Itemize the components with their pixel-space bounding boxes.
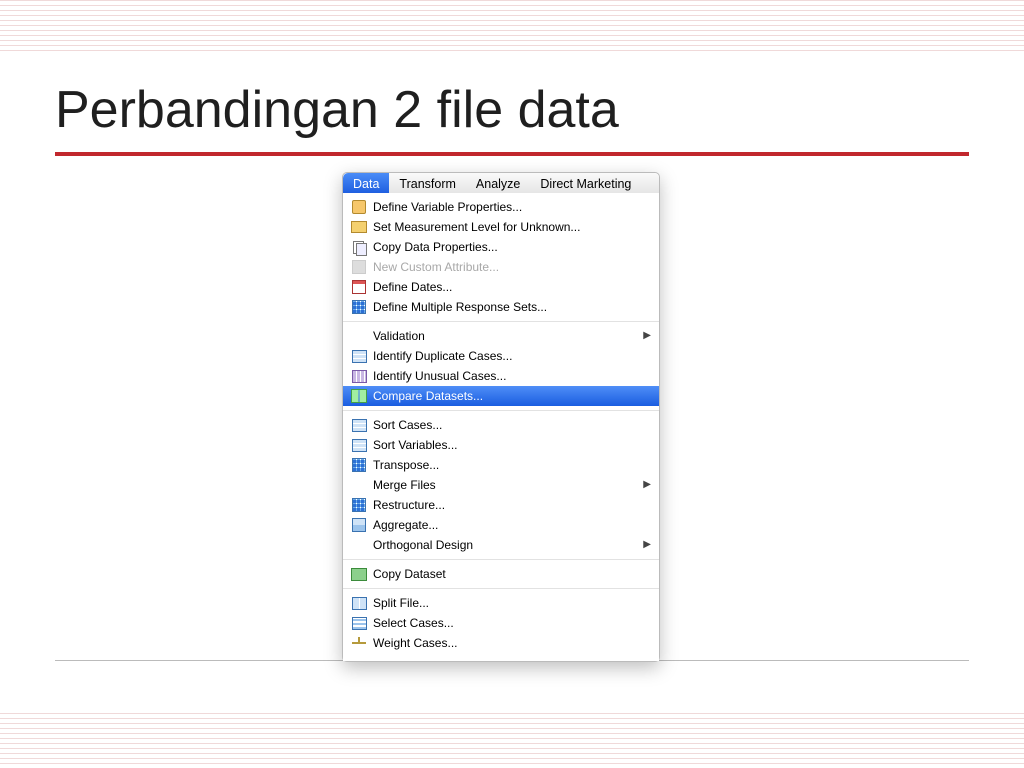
- ruler-icon: [351, 219, 367, 235]
- menu-item-label: Identify Duplicate Cases...: [373, 349, 639, 363]
- menu-separator: [343, 559, 659, 560]
- menu-item-transpose[interactable]: Transpose...: [343, 455, 659, 475]
- menu-item-label: New Custom Attribute...: [373, 260, 639, 274]
- data-dropdown-menu: Define Variable Properties... Set Measure…: [343, 193, 659, 661]
- menubar: DataTransformAnalyzeDirect Marketing: [343, 173, 659, 193]
- spread-icon: [351, 348, 367, 364]
- menu-item-label: Set Measurement Level for Unknown...: [373, 220, 639, 234]
- menu-item-identify-duplicate-cases[interactable]: Identify Duplicate Cases...: [343, 346, 659, 366]
- menu-separator: [343, 588, 659, 589]
- menu-item-merge-files[interactable]: Merge Files ▶: [343, 475, 659, 495]
- chevron-right-icon: ▶: [643, 539, 651, 550]
- menu-item-set-measurement-level-for-unknown[interactable]: Set Measurement Level for Unknown...: [343, 217, 659, 237]
- grid-icon: [351, 299, 367, 315]
- chevron-right-icon: ▶: [643, 330, 651, 341]
- menu-item-select-cases[interactable]: Select Cases...: [343, 613, 659, 633]
- decorative-hatch-bottom: [0, 713, 1024, 768]
- agg-icon: [351, 517, 367, 533]
- menu-item-weight-cases[interactable]: Weight Cases...: [343, 633, 659, 653]
- menubar-item-transform[interactable]: Transform: [389, 173, 466, 193]
- menu-item-label: Compare Datasets...: [373, 389, 639, 403]
- menu-item-sort-variables[interactable]: Sort Variables...: [343, 435, 659, 455]
- grid-icon: [351, 497, 367, 513]
- menu-item-orthogonal-design[interactable]: Orthogonal Design ▶: [343, 535, 659, 555]
- menubar-item-analyze[interactable]: Analyze: [466, 173, 530, 193]
- menu-item-copy-data-properties[interactable]: Copy Data Properties...: [343, 237, 659, 257]
- copyds-icon: [351, 566, 367, 582]
- box-icon: [351, 199, 367, 215]
- menu-item-label: Weight Cases...: [373, 636, 639, 650]
- select-icon: [351, 615, 367, 631]
- menu-item-label: Merge Files: [373, 478, 639, 492]
- menu-item-aggregate[interactable]: Aggregate...: [343, 515, 659, 535]
- menu-item-validation[interactable]: Validation ▶: [343, 326, 659, 346]
- grid-icon: [351, 457, 367, 473]
- chevron-right-icon: ▶: [643, 479, 651, 490]
- menu-item-sort-cases[interactable]: Sort Cases...: [343, 415, 659, 435]
- menu-item-label: Copy Dataset: [373, 567, 639, 581]
- menu-item-copy-dataset[interactable]: Copy Dataset: [343, 564, 659, 584]
- title-underline: [55, 152, 969, 156]
- menu-item-label: Select Cases...: [373, 616, 639, 630]
- menu-item-label: Identify Unusual Cases...: [373, 369, 639, 383]
- dim-icon: [351, 259, 367, 275]
- decorative-hatch-top: [0, 0, 1024, 55]
- weight-icon: [351, 635, 367, 651]
- menu-item-identify-unusual-cases[interactable]: Identify Unusual Cases...: [343, 366, 659, 386]
- slide-title: Perbandingan 2 file data: [55, 80, 619, 140]
- slide: Perbandingan 2 file data DataTransformAn…: [0, 0, 1024, 768]
- menu-item-label: Define Dates...: [373, 280, 639, 294]
- menu-item-label: Define Variable Properties...: [373, 200, 639, 214]
- menu-item-label: Sort Variables...: [373, 438, 639, 452]
- menu-item-label: Transpose...: [373, 458, 639, 472]
- menubar-item-direct-marketing[interactable]: Direct Marketing: [530, 173, 641, 193]
- menu-item-label: Aggregate...: [373, 518, 639, 532]
- menu-separator: [343, 321, 659, 322]
- compare-icon: [351, 388, 367, 404]
- menu-item-split-file[interactable]: Split File...: [343, 593, 659, 613]
- spread-icon: [351, 437, 367, 453]
- menu-separator: [343, 410, 659, 411]
- menu-item-label: Orthogonal Design: [373, 538, 639, 552]
- menu-item-restructure[interactable]: Restructure...: [343, 495, 659, 515]
- spread-icon: [351, 417, 367, 433]
- menu-item-label: Restructure...: [373, 498, 639, 512]
- menu-item-compare-datasets[interactable]: Compare Datasets...: [343, 386, 659, 406]
- split-icon: [351, 595, 367, 611]
- menu-item-label: Copy Data Properties...: [373, 240, 639, 254]
- menubar-item-data[interactable]: Data: [343, 173, 389, 193]
- menu-item-define-variable-properties[interactable]: Define Variable Properties...: [343, 197, 659, 217]
- menu-item-label: Split File...: [373, 596, 639, 610]
- menu-item-label: Define Multiple Response Sets...: [373, 300, 639, 314]
- bars-icon: [351, 368, 367, 384]
- calendar-icon: [351, 279, 367, 295]
- copy-icon: [351, 239, 367, 255]
- menu-item-label: Validation: [373, 329, 639, 343]
- menu-item-new-custom-attribute: New Custom Attribute...: [343, 257, 659, 277]
- menu-item-define-multiple-response-sets[interactable]: Define Multiple Response Sets...: [343, 297, 659, 317]
- menu-item-define-dates[interactable]: Define Dates...: [343, 277, 659, 297]
- spss-menu-screenshot: DataTransformAnalyzeDirect Marketing Def…: [342, 172, 660, 662]
- menu-item-label: Sort Cases...: [373, 418, 639, 432]
